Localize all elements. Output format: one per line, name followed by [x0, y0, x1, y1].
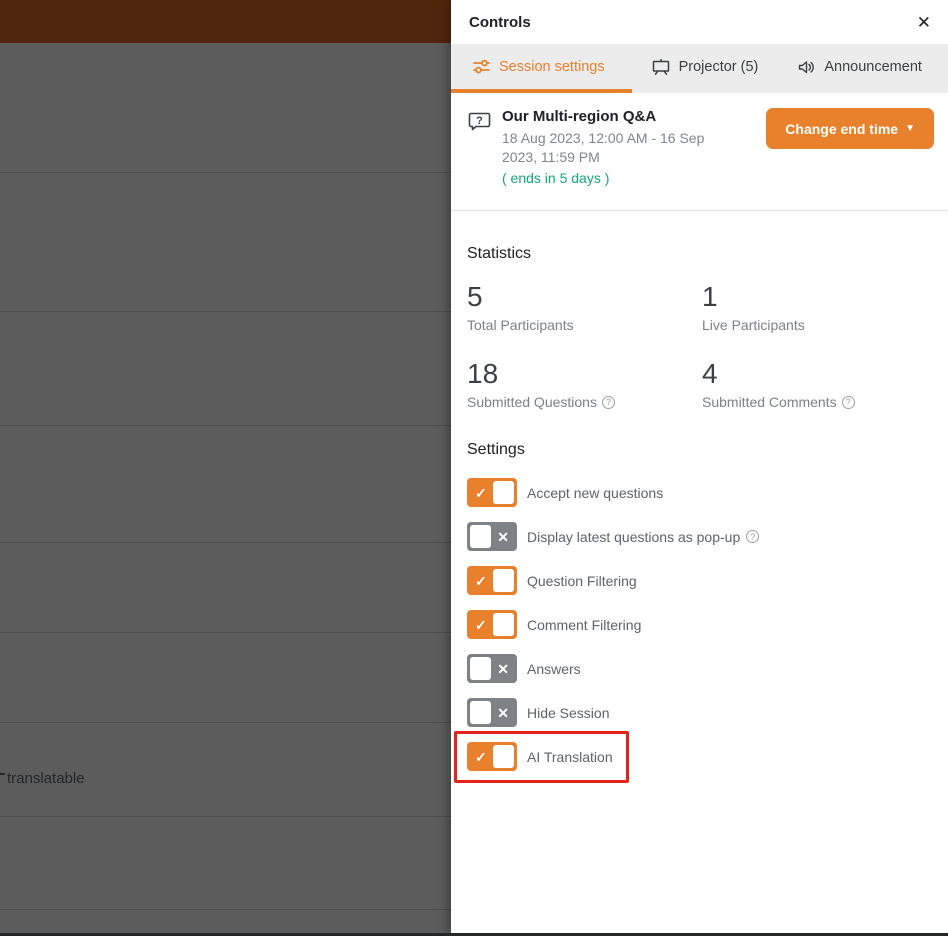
row-divider — [0, 311, 451, 312]
setting-row-hide-session: ✕ Hide Session — [467, 698, 932, 727]
toggle-label: Comment Filtering — [527, 617, 641, 633]
stat-value: 18 — [467, 359, 702, 389]
close-icon[interactable]: ✕ — [915, 12, 933, 33]
caret-down-icon: ▼ — [905, 123, 915, 134]
setting-row-ai-translation: ✓ AI Translation — [467, 742, 626, 771]
clipped-text-artifact — [0, 773, 5, 775]
stat-label: Live Participants — [702, 317, 805, 333]
stat-value: 1 — [702, 282, 932, 312]
toggle-hide-session[interactable]: ✕ — [467, 698, 517, 727]
background-clipped-text: translatable — [7, 770, 85, 787]
toggle-label: Question Filtering — [527, 573, 637, 589]
stat-label: Total Participants — [467, 317, 574, 333]
help-icon[interactable]: ? — [746, 530, 759, 543]
row-divider — [0, 909, 451, 910]
row-divider — [0, 722, 451, 723]
settings-toggles: ✓ Accept new questions ✕ Display latest … — [467, 478, 932, 783]
toggle-question-filtering[interactable]: ✓ — [467, 566, 517, 595]
toggle-accept-new-questions[interactable]: ✓ — [467, 478, 517, 507]
help-icon[interactable]: ? — [842, 396, 855, 409]
session-dates: 18 Aug 2023, 12:00 AM - 16 Sep 2023, 11:… — [502, 129, 717, 167]
toggle-ai-translation[interactable]: ✓ — [467, 742, 517, 771]
stat-submitted-comments: 4 Submitted Comments ? — [702, 359, 932, 410]
toggle-label: Answers — [527, 661, 581, 677]
panel-title: Controls — [469, 14, 531, 31]
toggle-answers[interactable]: ✕ — [467, 654, 517, 683]
stat-submitted-questions: 18 Submitted Questions ? — [467, 359, 702, 410]
session-info: ? Our Multi-region Q&A 18 Aug 2023, 12:0… — [451, 93, 948, 211]
projector-icon — [652, 59, 670, 75]
help-icon[interactable]: ? — [602, 396, 615, 409]
tab-session-settings[interactable]: Session settings — [451, 44, 632, 93]
row-divider — [0, 542, 451, 543]
controls-panel: Controls ✕ Session settings Proj — [451, 0, 948, 936]
stat-label: Submitted Questions — [467, 394, 597, 410]
session-name: Our Multi-region Q&A — [502, 108, 717, 125]
statistics-grid: 5 Total Participants 1 Live Participants… — [467, 282, 932, 410]
settings-heading: Settings — [467, 441, 932, 459]
tab-bar: Session settings Projector (5) — [451, 44, 948, 93]
stat-value: 5 — [467, 282, 702, 312]
panel-header: Controls ✕ — [451, 0, 948, 44]
tab-projector[interactable]: Projector (5) — [632, 44, 779, 93]
toggle-display-popup[interactable]: ✕ — [467, 522, 517, 551]
tab-label: Projector (5) — [679, 59, 759, 75]
tab-label: Session settings — [499, 59, 605, 75]
change-end-time-button[interactable]: Change end time ▼ — [766, 108, 934, 149]
svg-text:?: ? — [476, 115, 483, 127]
row-divider — [0, 425, 451, 426]
row-divider — [0, 816, 451, 817]
tab-label: Announcement — [824, 59, 922, 75]
toggle-label: AI Translation — [527, 749, 613, 765]
stat-live-participants: 1 Live Participants — [702, 282, 932, 333]
dimmed-app-header — [0, 0, 451, 43]
stat-total-participants: 5 Total Participants — [467, 282, 702, 333]
toggle-label: Display latest questions as pop-up ? — [527, 529, 759, 545]
row-divider — [0, 632, 451, 633]
setting-row-display-popup: ✕ Display latest questions as pop-up ? — [467, 522, 932, 551]
stat-label: Submitted Comments — [702, 394, 837, 410]
stat-value: 4 — [702, 359, 932, 389]
toggle-label: Accept new questions — [527, 485, 663, 501]
change-end-time-label: Change end time — [785, 121, 898, 137]
setting-row-question-filtering: ✓ Question Filtering — [467, 566, 932, 595]
sliders-icon — [473, 59, 490, 74]
dimmed-background: translatable — [0, 0, 451, 936]
setting-row-comment-filtering: ✓ Comment Filtering — [467, 610, 932, 639]
highlight-rectangle: ✓ AI Translation — [454, 731, 629, 783]
row-divider — [0, 172, 451, 173]
setting-row-accept-new-questions: ✓ Accept new questions — [467, 478, 932, 507]
toggle-comment-filtering[interactable]: ✓ — [467, 610, 517, 639]
toggle-label: Hide Session — [527, 705, 610, 721]
setting-row-answers: ✕ Answers — [467, 654, 932, 683]
question-bubble-icon: ? — [468, 111, 491, 138]
tab-announcement[interactable]: Announcement — [778, 44, 942, 93]
session-ends-note: ( ends in 5 days ) — [502, 170, 717, 186]
megaphone-icon — [798, 59, 815, 75]
statistics-heading: Statistics — [467, 211, 932, 263]
